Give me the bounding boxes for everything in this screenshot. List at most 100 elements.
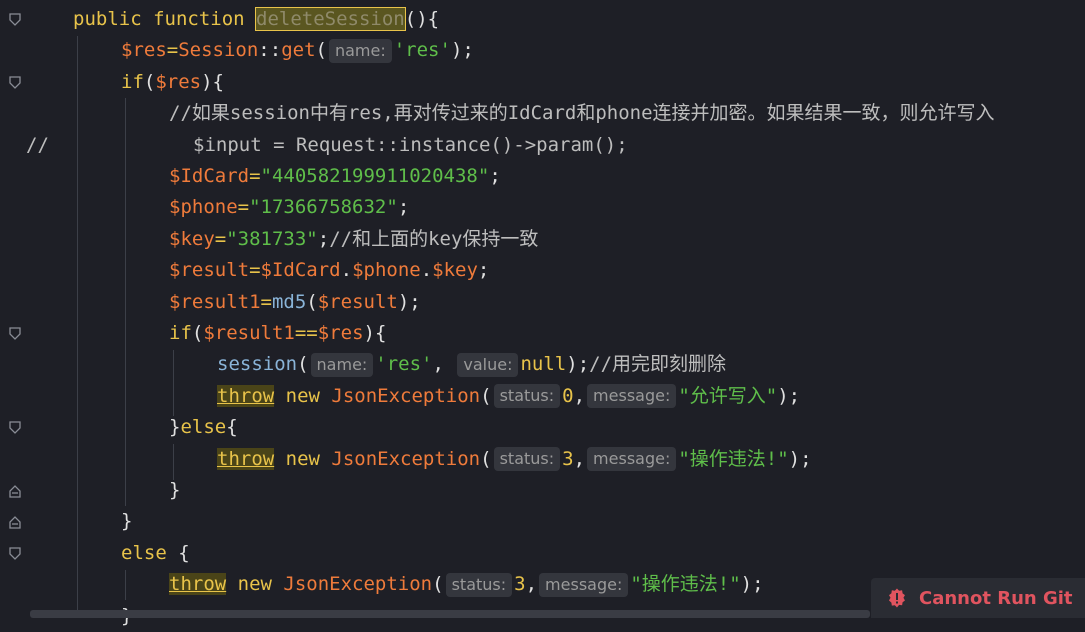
code-token: "允许写入" [678,384,778,407]
code-line[interactable]: throw new JsonException(status: 3, message… [217,444,812,475]
fold-open-icon[interactable] [8,546,22,562]
error-icon [888,588,905,608]
code-token: = [249,259,261,282]
code-token: $result1 [169,290,261,313]
code-token: . [420,259,433,282]
fold-close-icon[interactable] [8,483,22,499]
code-token: ( [480,447,492,470]
indent-guide [125,98,126,506]
code-token: deleteSession [255,7,406,31]
parameter-hint: message: [587,447,677,472]
code-token: 'res' [375,353,433,376]
code-token: , [573,447,586,470]
code-token: ; [397,196,410,219]
code-token: ; [317,227,330,250]
code-token: ; [477,259,490,282]
code-token: $phone [169,196,238,219]
parameter-hint: name: [328,38,392,63]
code-line[interactable]: }else{ [169,412,238,443]
code-token: JsonException [331,384,481,407]
parameter-hint: value: [457,352,519,377]
code-token: JsonException [331,447,481,470]
code-token: $key [432,259,478,282]
code-token: ){ [201,70,224,93]
code-token: 3 [562,447,574,470]
code-line[interactable]: public function deleteSession(){ [73,4,439,35]
code-token: ( [297,353,309,376]
indent-guide [125,570,126,600]
code-token: } [169,416,181,439]
code-token: $IdCard [169,165,250,187]
code-token: $result [317,290,398,313]
code-comment: //用完即刻删除 [589,353,727,376]
code-line[interactable]: $input = Request::instance()->param(); [193,130,628,161]
code-token: $res [155,70,202,93]
code-token: ( [191,322,204,344]
code-line[interactable]: $result=$IdCard.$phone.$key; [169,255,489,286]
code-token: == [294,322,318,344]
code-token: throw [217,384,275,407]
code-token: ){ [363,322,387,344]
code-token: (){ [404,8,440,30]
code-line[interactable]: else { [121,538,190,569]
code-token: "操作违法!" [630,573,741,596]
fold-open-icon[interactable] [8,420,22,436]
parameter-hint: status: [445,572,513,597]
code-token: 3 [514,573,526,596]
code-token: , [525,573,538,596]
code-token: $res [317,322,364,344]
code-token: Session [178,39,259,62]
parameter-hint: message: [587,384,677,409]
fold-open-icon[interactable] [8,12,22,28]
code-token: ( [306,290,318,313]
fold-close-icon[interactable] [8,514,22,530]
code-comment: //如果session中有res,再对传过来的IdCard和phone连接并加密… [169,102,995,125]
code-line[interactable]: throw new JsonException(status: 3, message… [169,569,764,600]
code-line[interactable]: session(name:'res', value: null);//用完即刻删除 [217,349,726,380]
code-line[interactable]: } [121,506,132,537]
code-token: "440582199911020438" [260,165,490,187]
indent-guide [173,350,174,416]
toast-message: Cannot Run Git [919,587,1073,609]
code-token: ); [566,353,590,376]
code-token: else [121,541,179,564]
code-line[interactable]: } [169,475,180,506]
code-token: $res [121,39,167,62]
fold-open-icon[interactable] [8,326,22,342]
code-token: :: [258,39,282,62]
code-token: public function [73,8,257,30]
parameter-hint: status: [493,384,561,409]
code-token: null [520,353,567,376]
code-token: ( [480,384,492,407]
parameter-hint: message: [539,572,629,597]
code-token: } [121,510,133,533]
code-line[interactable]: throw new JsonException(status: 0, message… [217,381,800,412]
code-token: = [237,196,250,219]
code-line[interactable]: $key="381733";//和上面的key保持一致 [169,224,538,255]
code-token: = [214,227,227,250]
fold-open-icon[interactable] [8,75,22,91]
code-token: get [281,39,316,62]
code-token: new [226,573,284,596]
code-token: = [260,290,272,313]
code-line[interactable]: $IdCard="440582199911020438"; [169,161,501,192]
code-token: md5 [271,290,307,313]
horizontal-scrollbar[interactable] [30,610,870,618]
code-line[interactable]: if($result1==$res){ [169,318,386,349]
code-line[interactable]: $phone="17366758632"; [169,192,409,223]
code-token: new [274,384,332,407]
code-token: "381733" [226,227,318,250]
git-error-toast[interactable]: Cannot Run Git [871,578,1085,618]
indent-guide [77,36,78,618]
code-token: throw [169,573,227,596]
code-line[interactable]: $result1=md5($result); [169,287,421,318]
code-token: if [121,70,144,93]
code-token: ; [489,165,501,187]
code-line[interactable]: $res=Session::get(name:'res'); [121,35,474,66]
code-token: ( [432,573,444,596]
code-token: ); [450,39,474,62]
code-line[interactable]: if($res){ [121,67,224,98]
code-line[interactable]: //如果session中有res,再对传过来的IdCard和phone连接并加密… [169,98,995,129]
code-token: { [178,541,190,564]
code-token: ); [777,384,801,407]
